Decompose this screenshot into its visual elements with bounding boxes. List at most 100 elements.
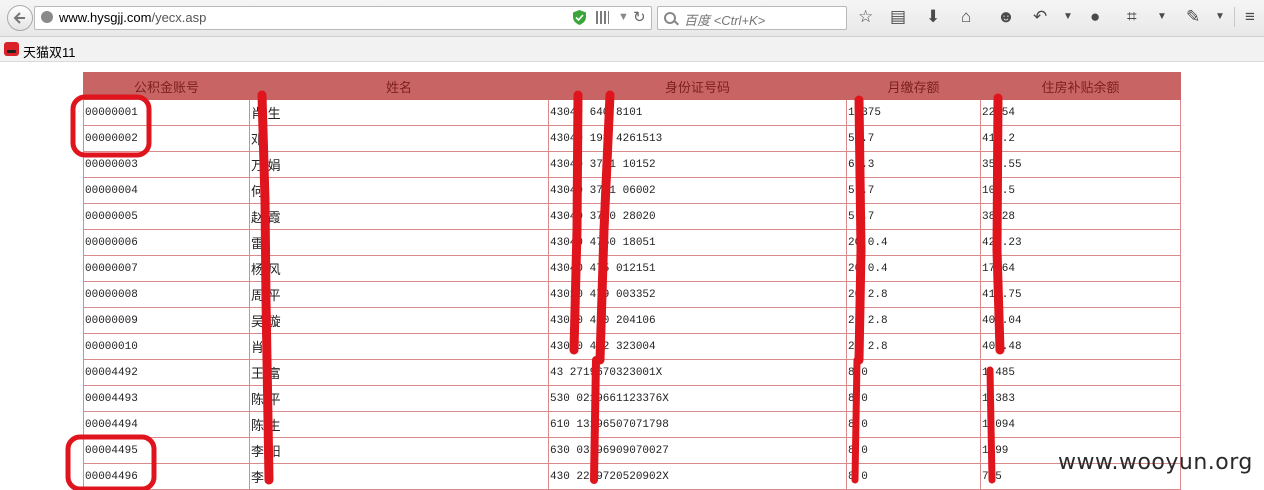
cell-account: 00000002 (83, 125, 250, 152)
cell-id-number: 43040 3771 10152 (548, 151, 847, 178)
cell-name: 赵 霞 (249, 203, 549, 230)
download-icon[interactable]: ⬇ (926, 7, 940, 27)
address-bar[interactable]: www.hysgjj.com/yecx.asp ▼ ↻ (34, 6, 652, 30)
cell-housing-balance: 40 .04 (980, 307, 1181, 334)
header-monthly-deposit: 月缴存额 (846, 72, 981, 100)
cell-housing-balance: 41 .75 (980, 281, 1181, 308)
table-row: 00000005 赵 霞 43040 3780 28020 5 .7 38 28 (83, 203, 1181, 230)
cell-id-number: 610 13196507071798 (548, 411, 847, 438)
chat-face-icon[interactable]: ☻ (997, 7, 1015, 27)
menu-icon[interactable]: ≡ (1245, 7, 1255, 27)
table-row: 00000002 邓 43040 198 4261513 5 .7 41 .2 (83, 125, 1181, 152)
cell-id-number: 43 2719670323001X (548, 359, 847, 386)
cell-name: 王 富 (249, 359, 549, 386)
reload-icon[interactable]: ↻ (633, 8, 646, 26)
watermark: www.wooyun.org (1058, 450, 1253, 475)
cell-account: 00004495 (83, 437, 250, 464)
reading-list-icon[interactable]: ▤ (890, 7, 906, 27)
cell-id-number: 43040 198 4261513 (548, 125, 847, 152)
cell-housing-balance: 42 .23 (980, 229, 1181, 256)
cell-housing-balance: 1 383 (980, 385, 1181, 412)
cell-monthly-deposit: 8 0 (846, 437, 981, 464)
browser-toolbar: www.hysgjj.com/yecx.asp ▼ ↻ 百度 <Ctrl+K> … (0, 0, 1264, 37)
cell-id-number: 430 2219720520902X (548, 463, 847, 490)
dropdown-icon[interactable]: ▼ (618, 11, 629, 23)
crop-dropdown-icon[interactable]: ▼ (1157, 7, 1167, 27)
table-row: 00000008 周 平 43010 479 003352 20 2.8 41 .75 (83, 281, 1181, 308)
extension-icon[interactable]: ✎ (1186, 7, 1200, 27)
cell-account: 00000008 (83, 281, 250, 308)
cell-monthly-deposit: 8 0 (846, 385, 981, 412)
shield-icon[interactable] (573, 10, 586, 25)
cell-name: 杨 风 (249, 255, 549, 282)
cell-account: 00004493 (83, 385, 250, 412)
cell-name: 周 平 (249, 281, 549, 308)
cell-id-number: 43040 3781 06002 (548, 177, 847, 204)
header-name: 姓名 (249, 72, 549, 100)
cell-account: 00000006 (83, 229, 250, 256)
globe-icon (41, 11, 53, 23)
table-row: 00000009 吴 璇 43040 480 204106 20 2.8 40 .04 (83, 307, 1181, 334)
cell-id-number: 43040 480 204106 (548, 307, 847, 334)
cell-name: 肖 生 (249, 99, 549, 126)
bookmarks-bar: 天猫双11 (0, 37, 1264, 62)
cell-housing-balance: 1 485 (980, 359, 1181, 386)
back-arrow-icon (13, 12, 25, 24)
url-text: www.hysgjj.com/yecx.asp (59, 10, 206, 25)
search-icon (664, 12, 676, 24)
cell-monthly-deposit: 20 0.4 (846, 255, 981, 282)
back-button[interactable] (7, 5, 33, 31)
cell-name: 李 (249, 463, 549, 490)
cell-account: 00000010 (83, 333, 250, 360)
undo-icon[interactable]: ↶ (1033, 7, 1047, 27)
table-row: 00000003 万 娟 43040 3771 10152 6 .3 35 .55 (83, 151, 1181, 178)
cell-id-number: 530 0219661123376X (548, 385, 847, 412)
cell-id-number: 43040 640 8101 (548, 99, 847, 126)
cell-name: 李 阳 (249, 437, 549, 464)
comment-icon[interactable]: ● (1090, 7, 1100, 27)
cell-monthly-deposit: 5 .7 (846, 177, 981, 204)
table-row: 00000010 肖 43040 482 323004 20 2.8 40 .48 (83, 333, 1181, 360)
search-bar[interactable]: 百度 <Ctrl+K> (657, 6, 847, 30)
home-icon[interactable]: ⌂ (961, 7, 971, 27)
cell-account: 00000005 (83, 203, 250, 230)
extension-dropdown-icon[interactable]: ▼ (1215, 7, 1225, 27)
cell-monthly-deposit: 20 2.8 (846, 333, 981, 360)
table-header-row: 公积金账号 姓名 身份证号码 月缴存额 住房补贴余额 (83, 72, 1181, 100)
cell-housing-balance: 10 .5 (980, 177, 1181, 204)
table-row: 00004492 王 富 43 2719670323001X 8 01 485 (83, 359, 1181, 386)
cell-housing-balance: 22 54 (980, 99, 1181, 126)
table-row: 00004493 陈 平 530 0219661123376X 8 01 383 (83, 385, 1181, 412)
table-row: 00004495 李 阳 630 03196909070027 8 01 99 (83, 437, 1181, 464)
toolbar-divider (1234, 7, 1235, 27)
cell-name: 邓 (249, 125, 549, 152)
cell-name: 肖 (249, 333, 549, 360)
undo-dropdown-icon[interactable]: ▼ (1063, 7, 1073, 27)
cell-name: 陈 平 (249, 385, 549, 412)
cell-monthly-deposit: 8 0 (846, 463, 981, 490)
qr-code-icon[interactable] (596, 11, 609, 24)
fund-balance-table: 公积金账号 姓名 身份证号码 月缴存额 住房补贴余额 00000001 肖 生 43… (83, 72, 1181, 490)
cell-housing-balance: 41 .2 (980, 125, 1181, 152)
cell-monthly-deposit: 5 .7 (846, 203, 981, 230)
bookmark-star-icon[interactable]: ☆ (858, 7, 873, 27)
cell-id-number: 630 03196909070027 (548, 437, 847, 464)
header-id-number: 身份证号码 (548, 72, 847, 100)
cell-account: 00000009 (83, 307, 250, 334)
cell-monthly-deposit: 8 0 (846, 359, 981, 386)
cell-account: 00004494 (83, 411, 250, 438)
cell-account: 00004496 (83, 463, 250, 490)
cell-name: 万 娟 (249, 151, 549, 178)
table-row: 00000001 肖 生 43040 640 8101 1 375 22 54 (83, 99, 1181, 126)
table-row: 00004494 陈 生 610 13196507071798 8 01 094 (83, 411, 1181, 438)
cell-name: 雷 (249, 229, 549, 256)
cell-id-number: 43040 4760 18051 (548, 229, 847, 256)
cell-account: 00000007 (83, 255, 250, 282)
header-account: 公积金账号 (83, 72, 250, 100)
cell-monthly-deposit: 5 .7 (846, 125, 981, 152)
table-row: 00000006 雷 43040 4760 18051 20 0.4 42 .23 (83, 229, 1181, 256)
table-row: 00000007 杨 风 43040 475 012151 20 0.4 17 64 (83, 255, 1181, 282)
crop-screenshot-icon[interactable]: ⌗ (1127, 7, 1137, 27)
cell-name: 陈 生 (249, 411, 549, 438)
cell-housing-balance: 17 64 (980, 255, 1181, 282)
